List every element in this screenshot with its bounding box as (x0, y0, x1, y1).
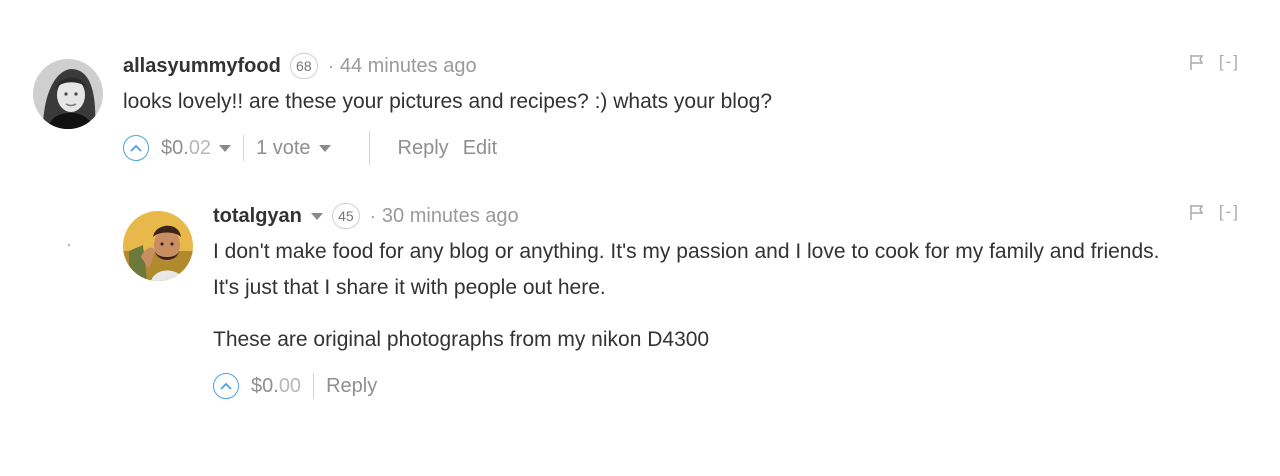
dot-mark (68, 244, 70, 246)
payout-value[interactable]: $0.02 (161, 137, 211, 160)
caret-down-icon[interactable] (310, 212, 323, 220)
payout-cents: 00 (278, 374, 302, 397)
avatar[interactable] (33, 59, 103, 129)
comment-footer: $0.02 1 vote Reply Edit (123, 130, 1240, 166)
collapse-button[interactable]: [-] (1219, 202, 1240, 222)
reply-link[interactable]: Reply (398, 137, 449, 160)
upvote-button[interactable] (123, 135, 149, 161)
edit-link[interactable]: Edit (463, 137, 497, 160)
vote-count[interactable]: 1 vote (256, 137, 310, 160)
collapse-button[interactable]: [-] (1219, 52, 1240, 72)
avatar[interactable] (123, 211, 193, 281)
reply-link[interactable]: Reply (326, 375, 377, 398)
author-name[interactable]: totalgyan (213, 205, 302, 228)
comment-paragraph: These are original photographs from my n… (213, 328, 710, 351)
timestamp[interactable]: 44 minutes ago (340, 55, 477, 78)
divider (368, 131, 370, 165)
payout-main: $0. (161, 136, 189, 159)
chevron-up-icon (220, 382, 232, 390)
payout-cents: 02 (188, 136, 212, 159)
avatar-image (123, 211, 193, 281)
avatar-image (33, 59, 103, 129)
comment-body: allasyummyfood 68 · 44 minutes ago [-] l… (123, 48, 1240, 166)
chevron-up-icon (130, 144, 142, 152)
reputation-badge: 45 (331, 203, 360, 229)
flag-icon[interactable] (1189, 204, 1205, 221)
comment-footer: $0.00 Reply (213, 368, 1240, 404)
upvote-button[interactable] (213, 373, 239, 399)
reputation-badge: 68 (289, 53, 318, 79)
comment-paragraph: I don't make food for any blog or anythi… (213, 240, 1160, 263)
comment-tools: [-] (1189, 52, 1240, 72)
author-name[interactable]: allasyummyfood (123, 55, 281, 78)
comment-tools: [-] (1189, 202, 1240, 222)
comment-paragraph: It's just that I share it with people ou… (213, 276, 606, 299)
payout-value[interactable]: $0.00 (251, 375, 301, 398)
separator-dot: · (369, 205, 376, 226)
separator-dot: · (327, 55, 334, 76)
comment-header: allasyummyfood 68 · 44 minutes ago (123, 48, 1240, 84)
payout-main: $0. (251, 374, 279, 397)
caret-down-icon[interactable] (219, 144, 232, 152)
comment-paragraph: looks lovely!! are these your pictures a… (123, 90, 773, 113)
divider (313, 373, 315, 399)
flag-icon[interactable] (1189, 54, 1205, 71)
comment-text: I don't make food for any blog or anythi… (213, 234, 1240, 358)
caret-down-icon[interactable] (318, 144, 331, 152)
comment-header: totalgyan 45 · 30 minutes ago (213, 198, 1240, 234)
comment-body: totalgyan 45 · 30 minutes ago [-] I don'… (213, 198, 1240, 404)
divider (243, 135, 245, 161)
timestamp[interactable]: 30 minutes ago (382, 205, 519, 228)
comment-text: looks lovely!! are these your pictures a… (123, 84, 1240, 120)
